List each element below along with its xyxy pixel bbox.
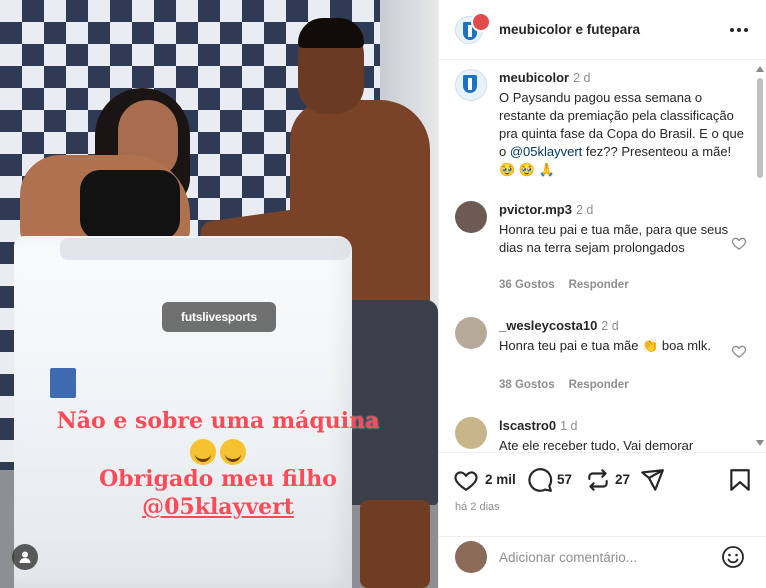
comment-like-heart-icon[interactable] (731, 235, 747, 251)
header-conjunction: e (571, 22, 587, 37)
crying-emoji-icon (220, 439, 246, 465)
share-paper-plane-icon[interactable] (639, 467, 665, 493)
caption-emojis (8, 436, 428, 466)
comment-time: 2 d (575, 203, 594, 217)
comment-item: _wesleycosta10 2 d Honra teu pai e tua mã… (455, 317, 751, 407)
post-header: meubicolor e futepara (439, 0, 766, 60)
comment-meta: 36 Gostos Responder (499, 279, 643, 291)
comment-body: pvictor.mp3 2 d Honra teu pai e tua mãe, … (499, 201, 749, 257)
comment-item: pvictor.mp3 2 d Honra teu pai e tua mãe, … (455, 201, 751, 301)
comment-avatar[interactable] (455, 317, 487, 349)
comment-avatar[interactable] (455, 201, 487, 233)
comment-username[interactable]: pvictor.mp3 (499, 202, 572, 217)
comment-meta: 38 Gostos Responder (499, 379, 643, 391)
caption-line-2: Obrigado meu filho (99, 466, 337, 492)
add-comment-bar (439, 536, 766, 588)
comments-count[interactable]: 57 (557, 472, 572, 487)
comment-item: lscastro0 1 d Ate ele receber tudo, Vai d… (455, 417, 751, 451)
emoji-smiley-icon[interactable] (721, 545, 745, 569)
tagged-users-icon[interactable] (12, 544, 38, 570)
more-options-icon[interactable] (727, 18, 751, 42)
caption-time: 2 d (573, 71, 591, 85)
washing-machine-lid (60, 238, 350, 260)
repost-icon[interactable] (585, 467, 611, 493)
washing-machine-label (50, 368, 76, 398)
comment-likes[interactable]: 38 Gostos (499, 379, 555, 391)
comment-likes[interactable]: 36 Gostos (499, 279, 555, 291)
comment-text: Honra teu pai e tua mãe 👏 boa mlk. (499, 338, 712, 353)
header-collaborator[interactable]: futepara (587, 22, 640, 37)
post-date: há 2 dias (455, 501, 500, 513)
comment-username[interactable]: lscastro0 (499, 418, 556, 433)
caption-text: O Paysandu pagou essa semana o restante … (499, 89, 749, 179)
post-actions: 2 mil 57 27 há 2 dias (439, 452, 766, 536)
post-side-panel: meubicolor e futepara meubicolor 2 d O Pa… (438, 0, 766, 588)
caption-avatar[interactable] (455, 69, 487, 101)
caption-mention[interactable]: @05klayvert (8, 492, 428, 522)
scroll-down-arrow-icon[interactable] (756, 440, 764, 446)
comment-reply[interactable]: Responder (569, 279, 629, 291)
comments-scrollbar[interactable] (756, 66, 764, 446)
comment-text: Honra teu pai e tua mãe, para que seus d… (499, 222, 729, 255)
watermark: futslivesports (162, 302, 276, 332)
likes-count[interactable]: 2 mil (485, 472, 516, 487)
header-usernames: meubicolor e futepara (499, 22, 640, 37)
comment-text: Ate ele receber tudo, Vai demorar (499, 438, 694, 451)
caption-username[interactable]: meubicolor (499, 70, 569, 85)
post-media[interactable]: futslivesports Não e sobre uma máquina O… (0, 0, 438, 588)
caption-line-1: Não e sobre uma máquina (56, 408, 380, 434)
reposts-count[interactable]: 27 (615, 472, 630, 487)
add-comment-input[interactable] (499, 545, 709, 569)
comment-username[interactable]: _wesleycosta10 (499, 318, 597, 333)
comments-list[interactable]: meubicolor 2 d O Paysandu pagou essa sema… (439, 61, 753, 451)
collaborator-avatar[interactable] (471, 12, 491, 32)
crying-emoji-icon (190, 439, 216, 465)
comment-reply[interactable]: Responder (569, 379, 629, 391)
comment-bubble-icon[interactable] (527, 467, 553, 493)
post-caption: meubicolor 2 d O Paysandu pagou essa sema… (455, 69, 751, 189)
comment-time: 2 d (601, 319, 619, 333)
header-username[interactable]: meubicolor (499, 22, 572, 37)
comment-body: _wesleycosta10 2 d Honra teu pai e tua mã… (499, 317, 749, 355)
caption-mention-link[interactable]: @05klayvert (510, 144, 582, 159)
scroll-up-arrow-icon[interactable] (756, 66, 764, 72)
caption-body: meubicolor 2 d O Paysandu pagou essa sema… (499, 69, 749, 179)
save-bookmark-icon[interactable] (727, 467, 753, 493)
scroll-thumb[interactable] (757, 78, 763, 178)
comment-avatar[interactable] (455, 417, 487, 449)
comment-body: lscastro0 1 d Ate ele receber tudo, Vai d… (499, 417, 749, 451)
comment-time: 1 d (560, 419, 578, 433)
comment-like-heart-icon[interactable] (731, 343, 747, 359)
current-user-avatar (455, 541, 487, 573)
man-hair (298, 18, 364, 48)
woman-top (80, 170, 180, 240)
like-heart-icon[interactable] (453, 467, 479, 493)
